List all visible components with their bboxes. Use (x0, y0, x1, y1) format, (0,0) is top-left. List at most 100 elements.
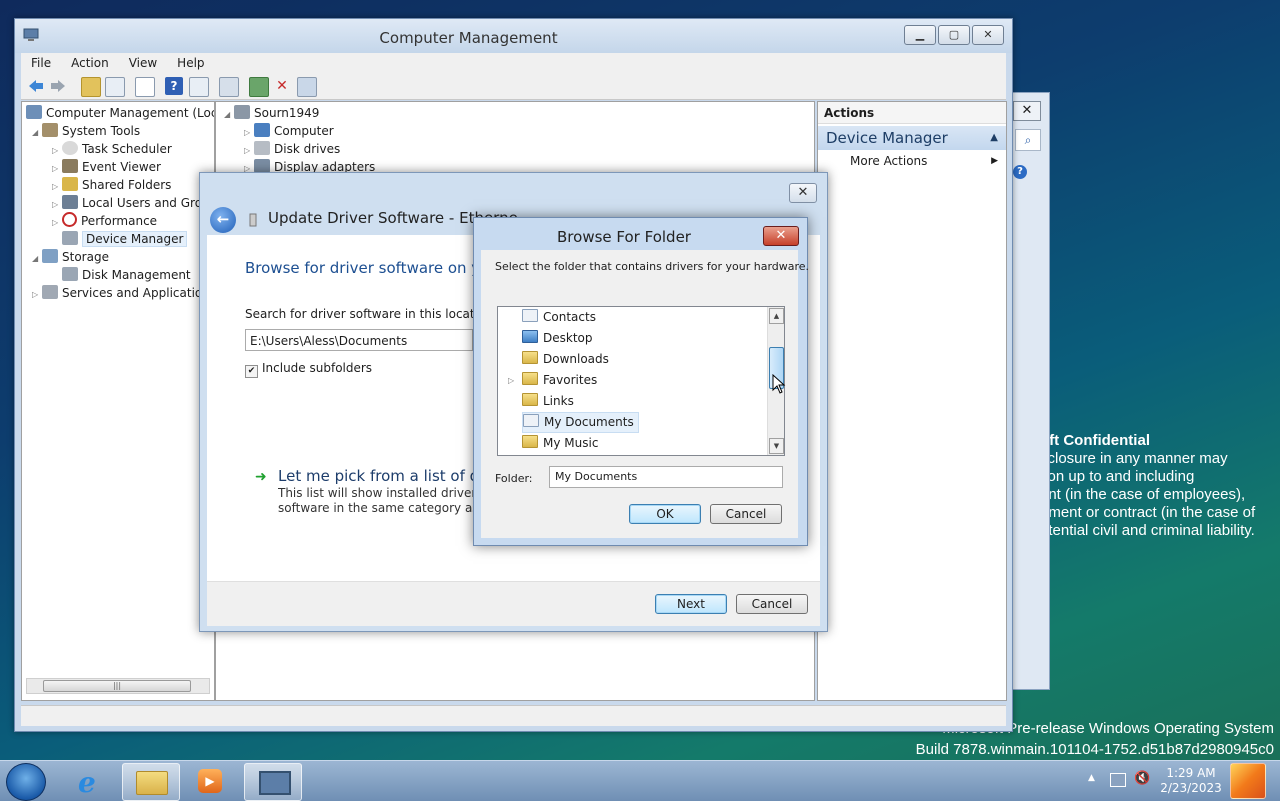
browse-heading: Browse for driver software on your compu… (245, 259, 475, 277)
storage-icon (42, 249, 58, 263)
collapse-up-icon[interactable]: ▲ (990, 126, 998, 150)
tree-item-device-manager[interactable]: Device Manager (62, 230, 188, 248)
expand-arrow-icon[interactable]: ▷ (32, 286, 42, 304)
include-subfolders-checkbox[interactable]: ✔ Include subfolders (245, 361, 372, 378)
system-tools-icon (42, 123, 58, 137)
maximize-button[interactable]: ▢ (938, 25, 970, 45)
collapse-arrow-icon[interactable]: ◢ (32, 250, 42, 268)
more-actions-item[interactable]: More Actions ▶ (850, 152, 998, 170)
folder-input[interactable]: My Documents (549, 466, 783, 488)
show-hide-tree-icon[interactable] (105, 77, 125, 97)
folder-item-favorites[interactable]: ▷ Favorites (508, 370, 597, 391)
confidential-watermark: oft Confidential sclosure in any manner … (1040, 432, 1280, 540)
expand-arrow-icon[interactable]: ▷ (52, 214, 62, 232)
menu-view[interactable]: View (119, 56, 167, 70)
device-category[interactable]: ▷ Disk drives (244, 140, 340, 158)
close-button[interactable]: ✕ (789, 183, 817, 203)
show-action-pane-icon[interactable] (189, 77, 209, 97)
horizontal-scrollbar[interactable]: ||| (26, 678, 210, 694)
tree-item-system-tools[interactable]: ◢ System Tools (32, 122, 140, 140)
folder-item-links[interactable]: Links (522, 391, 574, 412)
taskbar-explorer[interactable] (122, 763, 180, 801)
volume-muted-icon[interactable]: 🔇 (1134, 771, 1150, 786)
folder-item-my-documents[interactable]: My Documents (522, 412, 639, 433)
menu-action[interactable]: Action (61, 56, 119, 70)
next-button[interactable]: Next (655, 594, 727, 614)
expand-arrow-icon[interactable]: ▷ (508, 370, 514, 391)
up-folder-icon[interactable] (81, 77, 101, 97)
scroll-thumb[interactable]: ||| (43, 680, 191, 692)
close-icon[interactable]: ✕ (1013, 101, 1041, 121)
search-icon[interactable]: ⌕ (1015, 129, 1041, 151)
monitor-icon (254, 123, 270, 137)
taskbar-media-player[interactable]: ▶ (182, 763, 238, 799)
toolbar: ? ✕ (21, 73, 1006, 100)
network-icon[interactable] (1110, 773, 1126, 787)
close-button[interactable]: ✕ (763, 226, 799, 246)
time: 1:29 AM (1166, 766, 1216, 780)
export-list-icon[interactable] (135, 77, 155, 97)
users-icon (62, 195, 78, 209)
tree-item-storage[interactable]: ◢ Storage (32, 248, 109, 266)
driver-path-input[interactable]: E:\Users\Aless\Documents (245, 329, 473, 351)
performance-icon (62, 212, 77, 227)
display-adapter-icon (254, 159, 270, 173)
clock[interactable]: 1:29 AM 2/23/2023 (1160, 766, 1222, 796)
ok-button[interactable]: OK (629, 504, 701, 524)
uninstall-icon[interactable]: ✕ (273, 77, 291, 95)
tree-item-performance[interactable]: ▷ Performance (52, 212, 157, 230)
taskbar-internet-explorer[interactable]: e (62, 763, 118, 799)
browse-for-folder-dialog: Browse For Folder ✕ Select the folder th… (473, 217, 810, 546)
disable-device-icon[interactable] (297, 77, 317, 97)
event-viewer-icon (62, 159, 78, 173)
taskbar-computer-management[interactable] (244, 763, 302, 801)
cancel-button[interactable]: Cancel (736, 594, 808, 614)
checkmark-icon[interactable]: ✔ (245, 365, 258, 378)
tree-item-local-users[interactable]: ▷ Local Users and Groups (52, 194, 214, 212)
tree-item-event-viewer[interactable]: ▷ Event Viewer (52, 158, 161, 176)
tree-item-computer-management[interactable]: Computer Management (Local (26, 104, 214, 122)
menu-help[interactable]: Help (167, 56, 214, 70)
tree-item-task-scheduler[interactable]: ▷ Task Scheduler (52, 140, 172, 158)
links-folder-icon (522, 393, 538, 406)
update-driver-icon[interactable] (249, 77, 269, 97)
back-button[interactable]: ← (210, 207, 236, 233)
cancel-button[interactable]: Cancel (710, 504, 782, 524)
help-icon[interactable]: ? (1013, 165, 1027, 179)
console-tree: Computer Management (Local ◢ System Tools… (21, 101, 215, 701)
scroll-up-arrow-icon[interactable]: ▲ (769, 308, 784, 324)
folder-item-contacts[interactable]: Contacts (522, 307, 596, 328)
show-hidden-icons-icon[interactable]: ▲ (1088, 773, 1095, 783)
start-button[interactable] (6, 763, 46, 801)
pick-from-list-link[interactable]: Let me pick from a list of device driver… (278, 467, 478, 485)
minimize-button[interactable]: ▁ (904, 25, 936, 45)
menu-file[interactable]: File (21, 56, 61, 70)
collapse-arrow-icon[interactable]: ◢ (224, 106, 234, 124)
watermark-line: tion up to and including (1040, 468, 1195, 485)
tree-item-disk-management[interactable]: Disk Management (62, 266, 191, 284)
tree-item-shared-folders[interactable]: ▷ Shared Folders (52, 176, 171, 194)
scan-hardware-icon[interactable] (219, 77, 239, 97)
search-location-label: Search for driver software in this locat… (245, 307, 497, 321)
folder-item-my-music[interactable]: My Music (522, 433, 598, 454)
device-category[interactable]: ▷ Computer (244, 122, 334, 140)
close-button[interactable]: ✕ (972, 25, 1004, 45)
instruction-text: Select the folder that contains drivers … (495, 260, 810, 273)
scroll-down-arrow-icon[interactable]: ▼ (769, 438, 784, 454)
folder-item-downloads[interactable]: Downloads (522, 349, 609, 370)
taskbar: e ▶ ▲ 🔇 1:29 AM 2/23/2023 (0, 760, 1280, 801)
user-picture-avatar[interactable] (1230, 763, 1266, 799)
actions-section-device-manager[interactable]: Device Manager ▲ (818, 126, 1006, 150)
clock-icon (62, 141, 78, 155)
help-icon[interactable]: ? (165, 77, 183, 95)
back-arrow-icon[interactable] (27, 77, 45, 95)
tree-item-services[interactable]: ▷ Services and Applications (32, 284, 214, 304)
folder-item-desktop[interactable]: Desktop (522, 328, 593, 349)
actions-header: Actions (818, 102, 1006, 124)
device-root[interactable]: ◢ Sourn1949 (224, 104, 319, 122)
collapse-arrow-icon[interactable]: ◢ (32, 124, 42, 142)
disk-icon (62, 267, 78, 281)
forward-arrow-icon[interactable] (49, 77, 67, 95)
menu-bar: File Action View Help (21, 53, 1006, 73)
title-bar[interactable]: Computer Management ▁ ▢ ✕ (15, 19, 1012, 53)
